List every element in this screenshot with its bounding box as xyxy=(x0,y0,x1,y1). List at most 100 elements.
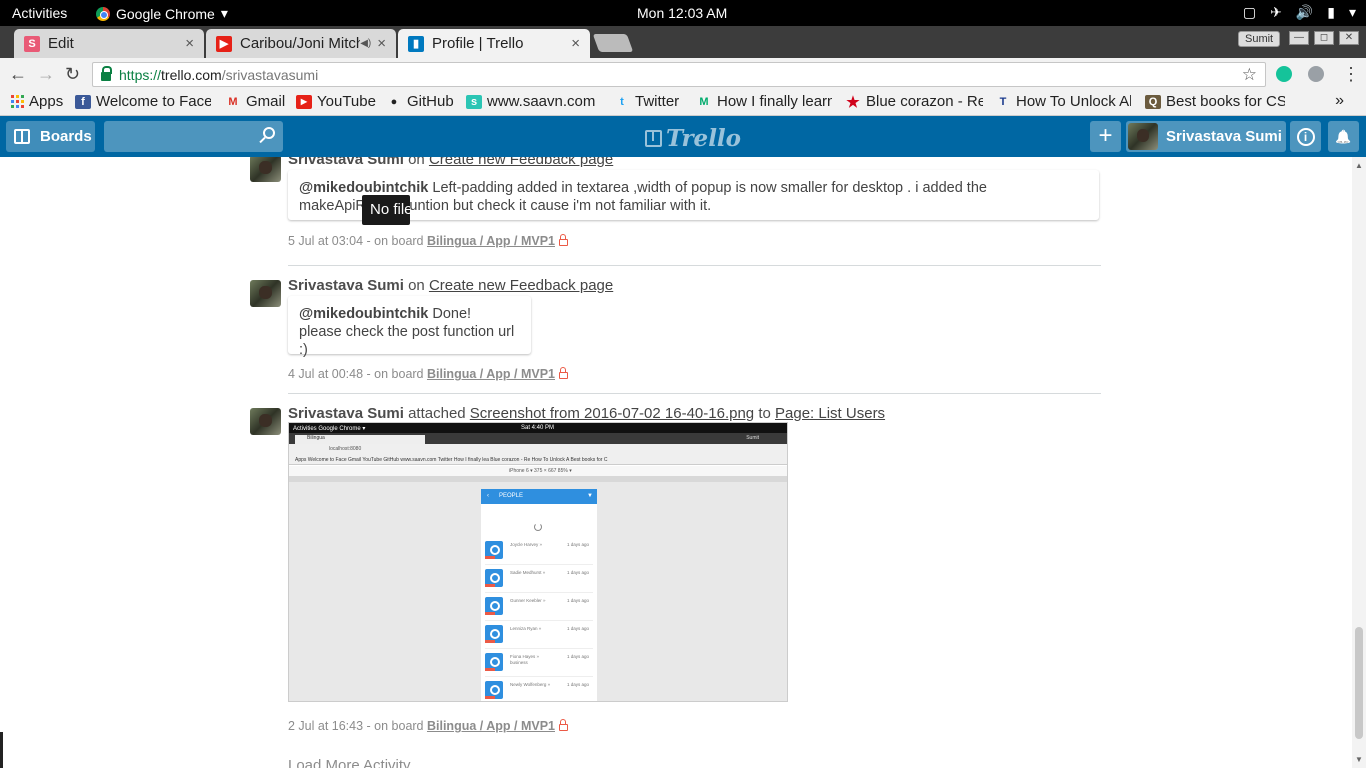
activities-button[interactable]: Activities xyxy=(12,5,67,21)
avatar[interactable] xyxy=(250,157,281,182)
lock-icon[interactable] xyxy=(101,66,112,81)
bookmark-blue-corazon[interactable]: ★ Blue corazon - Red xyxy=(845,93,983,110)
system-top-bar: Activities Google Chrome ▾ Mon 12:03 AM … xyxy=(0,0,1366,26)
bookmark-github[interactable]: ● GitHub xyxy=(386,93,456,110)
avatar[interactable] xyxy=(250,408,281,435)
bookmark-label: Welcome to Facebook xyxy=(96,93,211,110)
site-icon: T xyxy=(999,95,1007,108)
notifications-button[interactable]: 🔔 xyxy=(1328,121,1359,152)
page-scrollbar[interactable]: ▲ ▼ xyxy=(1352,157,1366,768)
bookmark-saavn[interactable]: s www.saavn.com xyxy=(466,93,602,110)
thumb-device-toolbar: iPhone 6 ▾ 375 × 667 85% ▾ xyxy=(289,466,787,476)
info-icon: i xyxy=(1296,128,1315,147)
comment-text: please check the post function url :) xyxy=(299,324,515,358)
boards-label: Boards xyxy=(40,128,92,145)
chevron-down-icon: ▾ xyxy=(1348,4,1356,20)
divider xyxy=(288,393,1101,394)
boards-button[interactable]: Boards xyxy=(6,121,95,152)
tab-caribou[interactable]: ▶ Caribou/Joni Mitchell ◀) × xyxy=(206,29,396,58)
add-button[interactable]: + xyxy=(1090,121,1121,152)
medium-icon: M xyxy=(699,95,709,108)
thumb-viewport: ‹ PEOPLE ▼ Joycle Harvey » 1 days ago Sadie… xyxy=(289,476,787,701)
app-menu-label: Google Chrome xyxy=(116,5,215,22)
scroll-up-icon[interactable]: ▲ xyxy=(1355,161,1363,170)
clock[interactable]: Mon 12:03 AM xyxy=(637,5,727,21)
activity-item: Srivastava Sumi attached Screenshot from… xyxy=(250,405,1102,745)
activity-feed[interactable]: Srivastava Sumi on Create new Feedback p… xyxy=(0,157,1352,768)
minimize-button[interactable]: — xyxy=(1289,31,1309,45)
comment-mention[interactable]: @mikedoubintchik xyxy=(299,306,428,322)
card-link[interactable]: Page: List Users xyxy=(775,405,885,422)
chrome-menu-icon[interactable]: ⋮ xyxy=(1342,64,1360,85)
close-icon[interactable]: × xyxy=(185,35,194,52)
search-input[interactable] xyxy=(104,121,283,152)
activity-user[interactable]: Srivastava Sumi xyxy=(288,157,404,168)
app-menu[interactable]: Google Chrome ▾ xyxy=(96,5,228,22)
bookmarks-overflow-icon[interactable]: » xyxy=(1335,92,1344,110)
grammarly-icon[interactable] xyxy=(1276,66,1292,82)
bell-icon: 🔔 xyxy=(1335,129,1352,144)
close-window-button[interactable]: ✕ xyxy=(1339,31,1359,45)
scrollbar-thumb[interactable] xyxy=(1355,627,1363,739)
attachment-link[interactable]: Screenshot from 2016-07-02 16-40-16.png xyxy=(470,405,754,422)
extension-icon[interactable] xyxy=(1308,66,1324,82)
card-link[interactable]: Create new Feedback page xyxy=(429,277,613,294)
bookmark-unlock[interactable]: T How To Unlock All xyxy=(995,93,1131,110)
bookmark-gmail[interactable]: M Gmail xyxy=(225,93,287,110)
board-link[interactable]: Bilingua / App / MVP1 xyxy=(427,234,555,248)
board-link[interactable]: Bilingua / App / MVP1 xyxy=(427,719,555,733)
address-bar[interactable]: https:// trello.com /srivastavasumi ☆ xyxy=(92,62,1266,87)
bookmark-apps[interactable]: Apps xyxy=(10,93,70,110)
speaker-icon[interactable]: ◀) xyxy=(360,38,371,49)
gmail-icon: M xyxy=(228,95,238,108)
avatar xyxy=(1128,123,1158,150)
window-edge xyxy=(0,732,3,768)
bookmark-medium[interactable]: M How I finally learned xyxy=(696,93,832,110)
scroll-down-icon[interactable]: ▼ xyxy=(1355,755,1363,764)
divider xyxy=(288,265,1101,266)
close-icon[interactable]: × xyxy=(377,35,386,52)
url-path: /srivastavasumi xyxy=(221,66,319,83)
trello-logo-text: Trello xyxy=(666,125,742,152)
back-button[interactable]: ← xyxy=(9,64,27,85)
trello-favicon-icon: ▮ xyxy=(408,35,424,52)
tab-title: Profile | Trello xyxy=(432,35,524,52)
system-tray[interactable]: ▢ ✈ 🔊 ▮ ▾ xyxy=(1243,4,1356,21)
profile-button[interactable]: Sumit xyxy=(1238,31,1281,47)
bookmark-best-books[interactable]: Q Best books for CS xyxy=(1145,93,1285,110)
forward-button[interactable]: → xyxy=(37,64,55,85)
padlock-icon xyxy=(559,367,568,379)
bookmark-label: www.saavn.com xyxy=(487,93,596,110)
board-link[interactable]: Bilingua / App / MVP1 xyxy=(427,367,555,381)
activity-item: Srivastava Sumi on Create new Feedback p… xyxy=(250,277,1102,387)
activity-user[interactable]: Srivastava Sumi xyxy=(288,405,404,422)
search-icon xyxy=(263,127,275,139)
twitter-icon: t xyxy=(620,95,624,108)
reload-button[interactable]: ↻ xyxy=(65,64,80,85)
restore-button[interactable]: ◻ xyxy=(1314,31,1334,45)
info-button[interactable]: i xyxy=(1290,121,1321,152)
activity-user[interactable]: Srivastava Sumi xyxy=(288,277,404,294)
tab-profile-trello[interactable]: ▮ Profile | Trello × xyxy=(398,29,590,58)
tab-edit[interactable]: S Edit × xyxy=(14,29,204,58)
facebook-icon: f xyxy=(75,94,91,109)
bookmark-facebook[interactable]: f Welcome to Facebook xyxy=(75,93,211,110)
attachment-thumbnail[interactable]: Activities Google Chrome ▾ Sat 4:40 PM B… xyxy=(288,422,788,702)
member-menu-button[interactable]: Srivastava Sumi xyxy=(1126,121,1286,152)
comment-mention[interactable]: @mikedoubintchik xyxy=(299,180,428,196)
card-link[interactable]: Create new Feedback page xyxy=(429,157,613,168)
tooltip: No file xyxy=(362,195,410,225)
bookmark-star-icon[interactable]: ☆ xyxy=(1242,65,1257,85)
saavn-icon: s xyxy=(466,94,482,109)
trello-logo[interactable]: Trello xyxy=(645,125,741,152)
new-tab-button[interactable] xyxy=(592,34,634,52)
bookmark-twitter[interactable]: t Twitter xyxy=(614,93,686,110)
activity-header: Srivastava Sumi on Create new Feedback p… xyxy=(288,157,613,168)
close-icon[interactable]: × xyxy=(571,35,580,52)
avatar[interactable] xyxy=(250,280,281,307)
volume-icon: 🔊 xyxy=(1295,4,1314,20)
bookmark-youtube[interactable]: ▶ YouTube xyxy=(296,93,376,110)
load-more-activity-link[interactable]: Load More Activity xyxy=(288,757,411,768)
thumb-address-bar: localhost:8080 xyxy=(289,444,787,455)
activity-meta: 2 Jul at 16:43 - on board Bilingua / App… xyxy=(288,719,568,733)
